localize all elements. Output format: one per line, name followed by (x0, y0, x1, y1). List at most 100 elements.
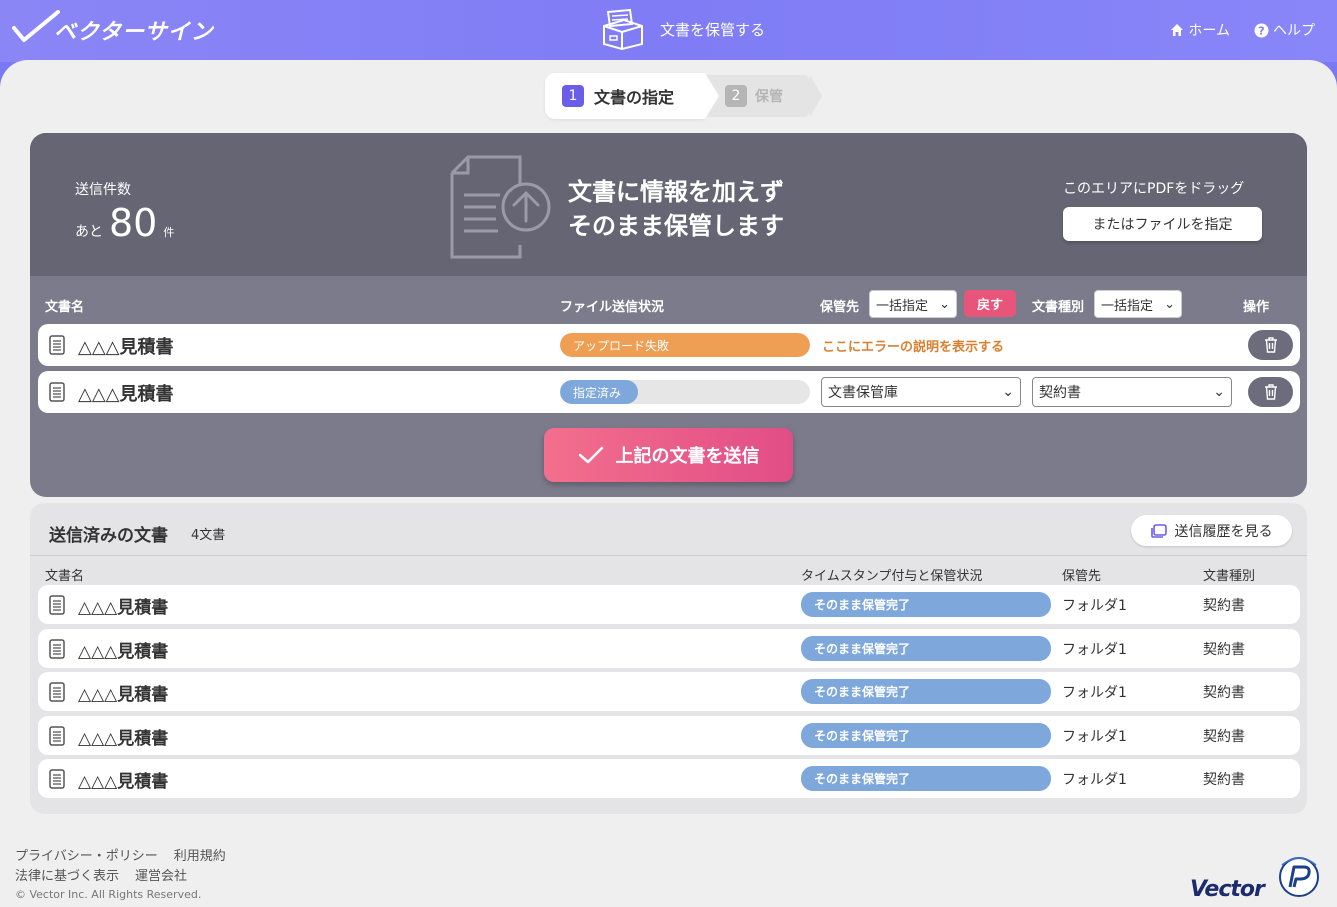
quota-label: 送信件数 (75, 182, 131, 198)
chevron-down-icon: ⌄ (1164, 296, 1175, 312)
document-icon (49, 335, 65, 355)
view-history-label: 送信履歴を見る (1174, 523, 1273, 540)
privacy-policy-link[interactable]: プライバシー・ポリシー (15, 845, 158, 864)
submit-label: 上記の文書を送信 (615, 446, 760, 467)
terms-link[interactable]: 利用規約 (174, 845, 226, 864)
col-header-action: 操作 (1243, 300, 1270, 315)
document-name: △△△見積書 (78, 772, 169, 792)
bulk-type-value: 一括指定 (1101, 298, 1154, 314)
pending-row: △△△見積書 アップロード失敗 ここにエラーの説明を表示する (38, 324, 1300, 366)
upload-message-line1: 文書に情報を加えず (568, 178, 784, 206)
pdf-drop-zone[interactable]: 送信件数 あと 80 件 文書に情報を加えず そのまま保管します このエリアにP… (30, 133, 1307, 276)
document-type: 契約書 (1203, 729, 1245, 745)
divider (30, 555, 1307, 556)
header-nav: ホーム ? ヘルプ (1170, 20, 1315, 40)
document-upload-icon (450, 155, 551, 259)
bulk-type-select[interactable]: 一括指定 ⌄ (1094, 290, 1182, 318)
chevron-down-icon: ⌄ (1002, 384, 1014, 400)
document-name: △△△見積書 (78, 642, 169, 662)
sent-title: 送信済みの文書 (49, 526, 168, 546)
bulk-dest-value: 一括指定 (876, 298, 929, 314)
step-1-number: 1 (562, 85, 584, 107)
privacy-mark-icon (1279, 857, 1319, 897)
home-label: ホーム (1188, 23, 1230, 39)
vector-logo[interactable]: Vector (1190, 877, 1265, 902)
document-name: △△△見積書 (78, 685, 169, 705)
page-title: 文書を保管する (660, 20, 766, 39)
footer-links-row2: 法律に基づく表示 運営会社 (15, 865, 187, 884)
sent-row[interactable]: △△△見積書 そのまま保管完了 フォルダ1 契約書 (38, 759, 1300, 798)
document-icon (49, 382, 65, 402)
brand-logo[interactable]: ベクターサイン (12, 10, 214, 45)
brand-name: ベクターサイン (54, 20, 214, 45)
sent-row[interactable]: △△△見積書 そのまま保管完了 フォルダ1 契約書 (38, 585, 1300, 624)
document-type: 契約書 (1203, 685, 1245, 701)
destination-value: 文書保管庫 (828, 385, 898, 401)
sent-col-dest: 保管先 (1062, 569, 1102, 584)
destination-select[interactable]: 文書保管庫 ⌄ (821, 377, 1021, 407)
storage-destination: フォルダ1 (1062, 598, 1127, 614)
reset-button[interactable]: 戻す (964, 290, 1016, 317)
delete-button[interactable] (1248, 330, 1293, 360)
help-icon: ? (1254, 23, 1269, 37)
upload-status-text: アップロード失敗 (573, 339, 670, 353)
upload-card: 送信件数 あと 80 件 文書に情報を加えず そのまま保管します このエリアにP… (30, 133, 1307, 497)
home-link[interactable]: ホーム (1170, 20, 1230, 40)
copyright: © Vector Inc. All Rights Reserved. (15, 888, 202, 901)
document-icon (49, 595, 65, 615)
legal-notice-link[interactable]: 法律に基づく表示 (15, 865, 119, 884)
step-2-number: 2 (725, 85, 747, 107)
home-icon (1171, 24, 1184, 36)
storage-status: そのまま保管完了 (801, 592, 1051, 617)
storage-status: そのまま保管完了 (801, 723, 1051, 748)
col-header-status: ファイル送信状況 (560, 300, 665, 315)
check-icon (578, 446, 603, 464)
trash-icon (1264, 384, 1277, 400)
drag-hint: このエリアにPDFをドラッグ (1063, 181, 1245, 197)
sent-documents-card: 送信済みの文書 4文書 送信履歴を見る 文書名 タイムスタンプ付与と保管状況 保… (30, 503, 1307, 814)
storage-destination: フォルダ1 (1062, 685, 1127, 701)
document-icon (49, 639, 65, 659)
quota-remaining: あと 80 件 (75, 201, 174, 245)
col-header-dest: 保管先 (820, 300, 860, 315)
col-header-name: 文書名 (45, 300, 85, 315)
storage-destination: フォルダ1 (1062, 772, 1127, 788)
document-icon (49, 726, 65, 746)
help-label: ヘルプ (1273, 23, 1315, 39)
quota-count: 80 (109, 201, 158, 245)
document-type-value: 契約書 (1039, 385, 1081, 401)
company-link[interactable]: 運営会社 (135, 865, 187, 884)
sent-row[interactable]: △△△見積書 そのまま保管完了 フォルダ1 契約書 (38, 629, 1300, 668)
chevron-down-icon: ⌄ (1213, 384, 1225, 400)
app-header: ベクターサイン 文書を保管する ホーム ? ヘルプ (0, 0, 1337, 62)
checkmark-logo-icon (12, 10, 60, 42)
sent-row[interactable]: △△△見積書 そのまま保管完了 フォルダ1 契約書 (38, 716, 1300, 755)
document-name: △△△見積書 (78, 337, 174, 358)
document-type: 契約書 (1203, 642, 1245, 658)
step-1-label: 文書の指定 (594, 88, 675, 107)
footer-links-row1: プライバシー・ポリシー 利用規約 (15, 845, 226, 864)
sent-row[interactable]: △△△見積書 そのまま保管完了 フォルダ1 契約書 (38, 672, 1300, 711)
help-link[interactable]: ? ヘルプ (1254, 20, 1315, 40)
chevron-down-icon: ⌄ (939, 296, 950, 312)
delete-button[interactable] (1248, 377, 1293, 407)
document-icon (49, 682, 65, 702)
select-file-button[interactable]: またはファイルを指定 (1063, 207, 1262, 241)
storage-status: そのまま保管完了 (801, 679, 1051, 704)
document-name: △△△見積書 (78, 729, 169, 749)
pending-row: △△△見積書 指定済み 文書保管庫 ⌄ 契約書 ⌄ (38, 371, 1300, 413)
document-name: △△△見積書 (78, 598, 169, 618)
document-type-select[interactable]: 契約書 ⌄ (1032, 377, 1232, 407)
upload-status-bar: 指定済み (560, 380, 810, 404)
trash-icon (1264, 337, 1277, 353)
sent-header: 送信済みの文書 4文書 送信履歴を見る (30, 503, 1307, 555)
sent-count: 4文書 (191, 528, 226, 543)
storage-destination: フォルダ1 (1062, 642, 1127, 658)
submit-documents-button[interactable]: 上記の文書を送信 (544, 428, 793, 482)
document-name: △△△見積書 (78, 384, 174, 405)
bulk-dest-select[interactable]: 一括指定 ⌄ (869, 290, 957, 318)
history-window-icon (1150, 523, 1167, 538)
quota-prefix: あと (75, 224, 103, 240)
main-content: 2 保管 1 文書の指定 送信件数 あと 80 件 文書に情報を加えず そのまま… (0, 60, 1337, 907)
view-history-button[interactable]: 送信履歴を見る (1131, 515, 1292, 546)
